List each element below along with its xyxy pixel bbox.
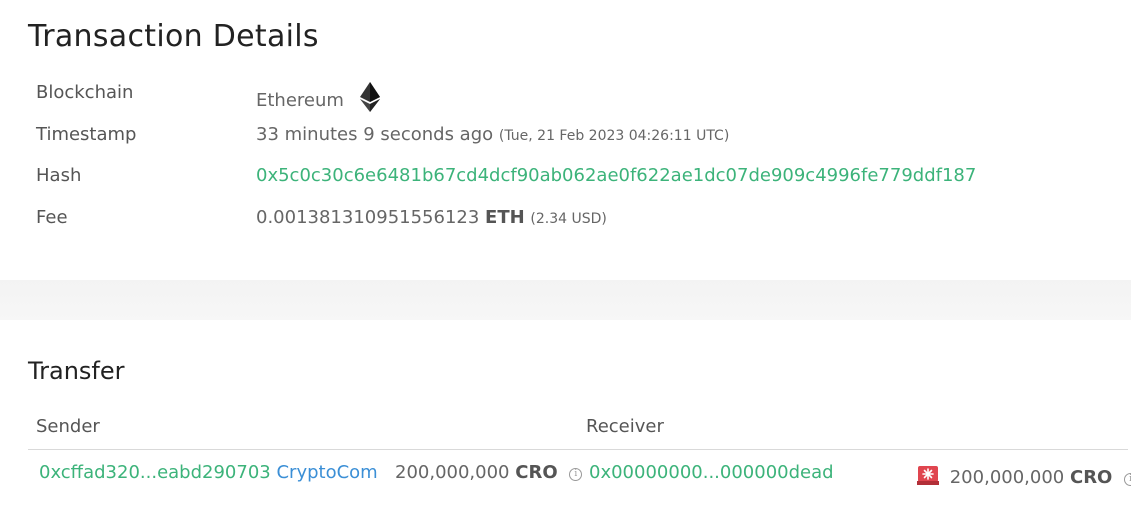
sender-name-link[interactable]: CryptoCom [276, 462, 377, 483]
blockchain-label: Blockchain [36, 82, 134, 103]
page-title: Transaction Details [28, 19, 319, 54]
sender-column-header: Sender [36, 416, 100, 437]
blockchain-value: Ethereum [256, 82, 380, 117]
info-icon[interactable]: i [1124, 473, 1131, 486]
hash-label: Hash [36, 165, 82, 186]
fee-unit: ETH [485, 207, 525, 228]
fee-label: Fee [36, 207, 68, 228]
received-amount: 200,000,000 [949, 467, 1065, 488]
timestamp-absolute: (Tue, 21 Feb 2023 04:26:11 UTC) [498, 128, 730, 144]
received-amount-cell: 200,000,000 CRO i [916, 462, 1131, 491]
info-icon[interactable]: i [569, 468, 583, 481]
received-unit: CRO [1069, 467, 1113, 488]
transfer-card: Transfer Sender Receiver 0xcffad320...ea… [0, 320, 1131, 511]
section-separator [0, 280, 1131, 320]
receiver-column-header: Receiver [586, 416, 664, 437]
ethereum-icon [359, 82, 380, 117]
table-header-divider [28, 449, 1128, 450]
sent-unit: CRO [515, 462, 558, 483]
sender-cell: 0xcffad320...eabd290703 CryptoCom [39, 462, 378, 483]
timestamp-label: Timestamp [36, 124, 137, 145]
receiver-cell: 0x00000000...000000dead [589, 462, 834, 483]
timestamp-relative: 33 minutes 9 seconds ago [256, 124, 494, 145]
hash-link[interactable]: 0x5c0c30c6e6481b67cd4dcf90ab062ae0f622ae… [256, 165, 976, 186]
transfer-title: Transfer [28, 357, 125, 385]
sent-amount-cell: 200,000,000 CRO i [395, 462, 583, 483]
timestamp-value: 33 minutes 9 seconds ago (Tue, 21 Feb 20… [256, 124, 729, 145]
fee-value: 0.001381310951556123 ETH (2.34 USD) [256, 207, 607, 228]
fee-usd: (2.34 USD) [530, 211, 607, 227]
burn-alert-icon [916, 462, 940, 491]
sent-amount: 200,000,000 [395, 462, 510, 483]
receiver-address-link[interactable]: 0x00000000...000000dead [589, 462, 834, 483]
transaction-details-card: Transaction Details Blockchain Ethereum … [0, 0, 1131, 280]
fee-amount: 0.001381310951556123 [256, 207, 480, 228]
blockchain-name: Ethereum [256, 90, 344, 111]
sender-address-link[interactable]: 0xcffad320...eabd290703 [39, 462, 271, 483]
